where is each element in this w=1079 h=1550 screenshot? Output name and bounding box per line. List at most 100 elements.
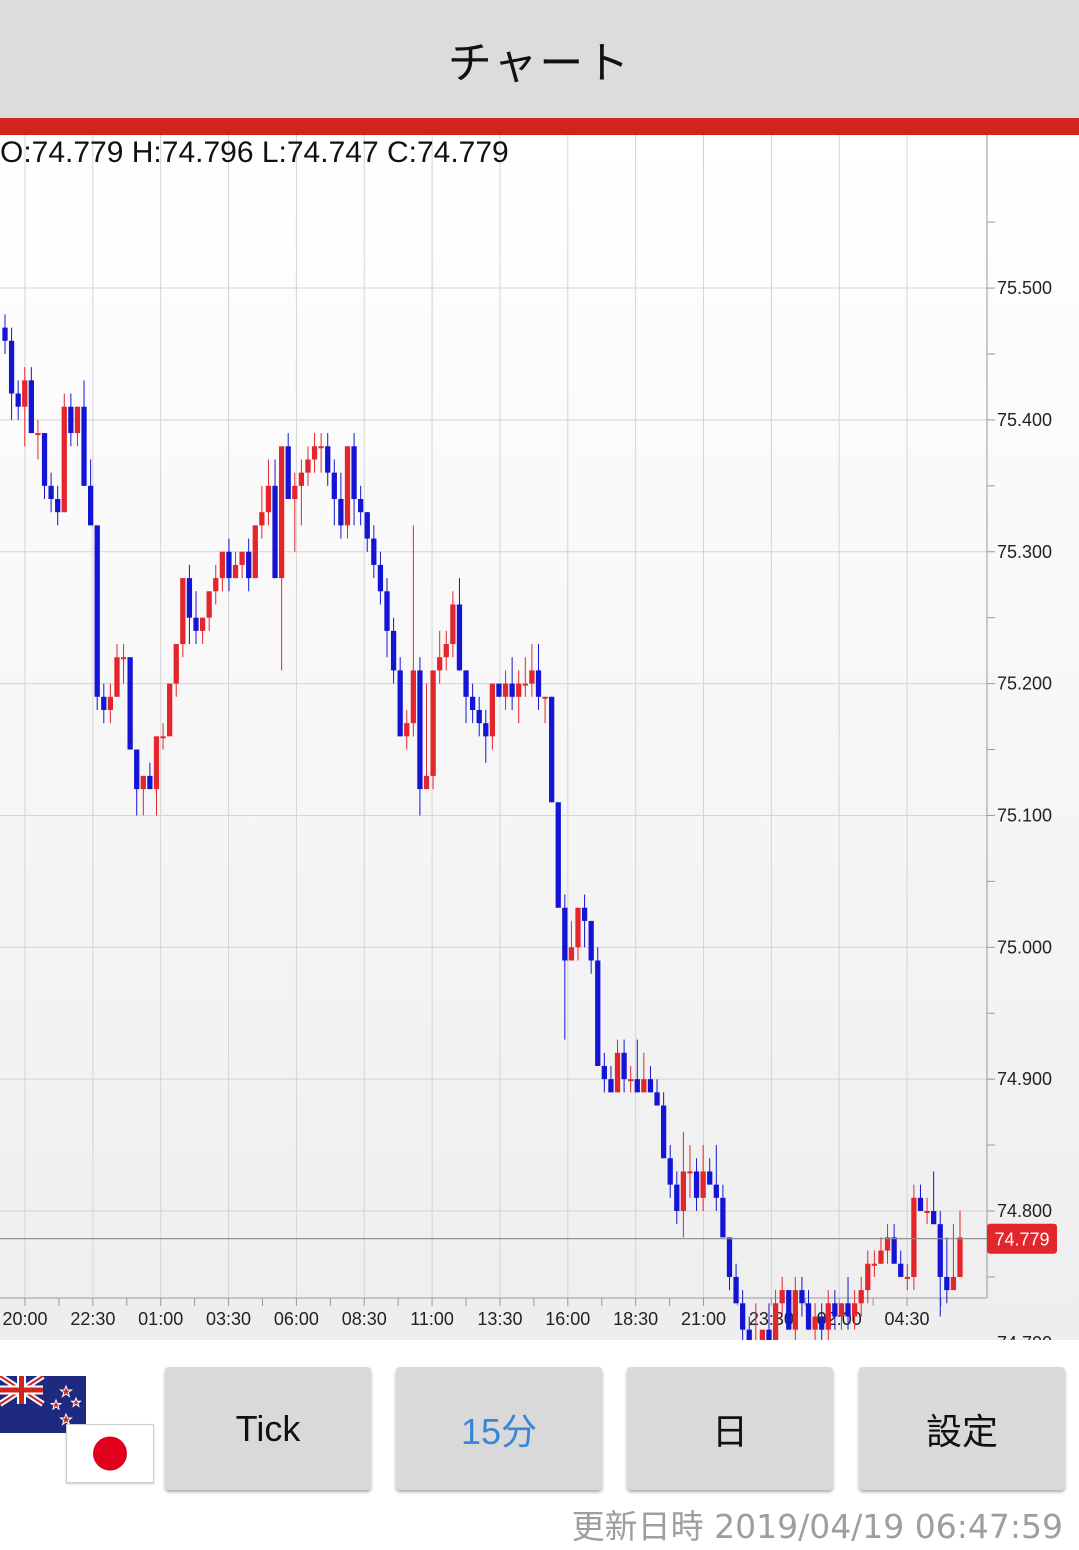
candle-body[interactable] xyxy=(614,1052,621,1093)
candle-body[interactable] xyxy=(101,696,107,710)
candle-body[interactable] xyxy=(740,1303,746,1330)
candle-body[interactable] xyxy=(134,749,140,790)
candle-body[interactable] xyxy=(581,907,588,921)
candle-body[interactable] xyxy=(858,1290,864,1304)
candle-body[interactable] xyxy=(28,380,34,434)
candle-body[interactable] xyxy=(463,670,469,697)
candle-body[interactable] xyxy=(252,525,258,579)
candle-body[interactable] xyxy=(845,1303,851,1317)
candle-body[interactable] xyxy=(120,657,127,660)
candle-body[interactable] xyxy=(568,947,575,961)
candle-body[interactable] xyxy=(305,459,311,473)
candle-body[interactable] xyxy=(8,340,15,394)
candle-body[interactable] xyxy=(595,960,601,1066)
candle-body[interactable] xyxy=(628,1079,634,1082)
candle-body[interactable] xyxy=(246,551,252,579)
candle-body[interactable] xyxy=(272,485,278,579)
candle-body[interactable] xyxy=(167,683,173,737)
candle-body[interactable] xyxy=(496,683,502,697)
candle-body[interactable] xyxy=(924,1211,930,1213)
candle-body[interactable] xyxy=(575,907,581,948)
candle-body[interactable] xyxy=(522,683,528,686)
15min-button[interactable]: 15分 xyxy=(396,1367,602,1490)
candle-body[interactable] xyxy=(331,472,337,500)
candle-body[interactable] xyxy=(87,485,94,526)
candle-body[interactable] xyxy=(542,696,548,699)
candle-body[interactable] xyxy=(417,670,423,790)
candle-body[interactable] xyxy=(114,657,120,697)
candle-body[interactable] xyxy=(509,683,515,697)
candlestick-chart[interactable]: 75.500 75.400 75.300 75.200 75.100 75.000 74.9… xyxy=(0,135,1079,1340)
candle-body[interactable] xyxy=(733,1276,739,1304)
chart-area[interactable]: 75.500 75.400 75.300 75.200 75.100 75.000 74.9… xyxy=(0,135,1079,1340)
candle-body[interactable] xyxy=(351,446,357,500)
tick-button[interactable]: Tick xyxy=(165,1367,371,1490)
candle-body[interactable] xyxy=(634,1079,640,1093)
candle-body[interactable] xyxy=(318,446,324,449)
candle-body[interactable] xyxy=(851,1303,858,1317)
candle-body[interactable] xyxy=(404,723,410,737)
candle-body[interactable] xyxy=(48,485,54,500)
candle-body[interactable] xyxy=(344,446,351,526)
candle-body[interactable] xyxy=(667,1158,673,1185)
candle-body[interactable] xyxy=(186,578,193,618)
candle-body[interactable] xyxy=(772,1303,779,1340)
candle-body[interactable] xyxy=(931,1211,937,1225)
candle-body[interactable] xyxy=(641,1079,647,1093)
candle-body[interactable] xyxy=(621,1052,627,1080)
candle-body[interactable] xyxy=(160,736,166,739)
candle-body[interactable] xyxy=(278,446,285,579)
candle-body[interactable] xyxy=(469,696,476,710)
candle-body[interactable] xyxy=(713,1184,719,1198)
candle-body[interactable] xyxy=(832,1303,838,1317)
candle-body[interactable] xyxy=(226,551,232,579)
candle-body[interactable] xyxy=(726,1237,733,1277)
candle-body[interactable] xyxy=(22,380,28,407)
settings-button[interactable]: 設定 xyxy=(859,1367,1065,1490)
candle-body[interactable] xyxy=(81,406,87,486)
candle-body[interactable] xyxy=(891,1237,897,1264)
candle-body[interactable] xyxy=(812,1316,818,1330)
candle-body[interactable] xyxy=(898,1263,904,1277)
candle-body[interactable] xyxy=(700,1171,706,1198)
candle-body[interactable] xyxy=(502,683,509,697)
candle-body[interactable] xyxy=(2,327,8,341)
candle-body[interactable] xyxy=(825,1303,831,1330)
candle-body[interactable] xyxy=(364,512,370,539)
candle-body[interactable] xyxy=(285,446,291,500)
candle-body[interactable] xyxy=(311,446,318,460)
candle-body[interactable] xyxy=(61,406,67,513)
candle-body[interactable] xyxy=(193,617,199,631)
candle-body[interactable] xyxy=(41,433,48,486)
candle-body[interactable] xyxy=(443,644,449,658)
candle-body[interactable] xyxy=(371,538,377,565)
candle-body[interactable] xyxy=(562,907,568,961)
candle-body[interactable] xyxy=(805,1303,812,1330)
candle-body[interactable] xyxy=(292,485,298,500)
candle-body[interactable] xyxy=(674,1184,680,1211)
candle-body[interactable] xyxy=(660,1105,667,1159)
candle-body[interactable] xyxy=(483,723,489,737)
candle-body[interactable] xyxy=(450,604,456,645)
candle-body[interactable] xyxy=(838,1303,845,1317)
candle-body[interactable] xyxy=(693,1171,700,1198)
candle-body[interactable] xyxy=(687,1171,693,1174)
candle-body[interactable] xyxy=(153,736,160,790)
candle-body[interactable] xyxy=(555,802,561,908)
candle-body[interactable] xyxy=(298,472,305,486)
candle-body[interactable] xyxy=(904,1276,910,1279)
candle-body[interactable] xyxy=(15,393,21,407)
candle-body[interactable] xyxy=(786,1290,792,1330)
candle-body[interactable] xyxy=(35,433,41,436)
candle-body[interactable] xyxy=(213,578,219,592)
candle-body[interactable] xyxy=(680,1171,687,1211)
candle-body[interactable] xyxy=(384,591,390,631)
candle-body[interactable] xyxy=(647,1079,654,1093)
candle-body[interactable] xyxy=(707,1171,713,1185)
candle-body[interactable] xyxy=(423,775,430,790)
candle-body[interactable] xyxy=(601,1065,607,1080)
candle-body[interactable] xyxy=(377,564,384,592)
candle-body[interactable] xyxy=(74,406,81,434)
candle-body[interactable] xyxy=(549,696,555,803)
candle-body[interactable] xyxy=(608,1079,614,1093)
